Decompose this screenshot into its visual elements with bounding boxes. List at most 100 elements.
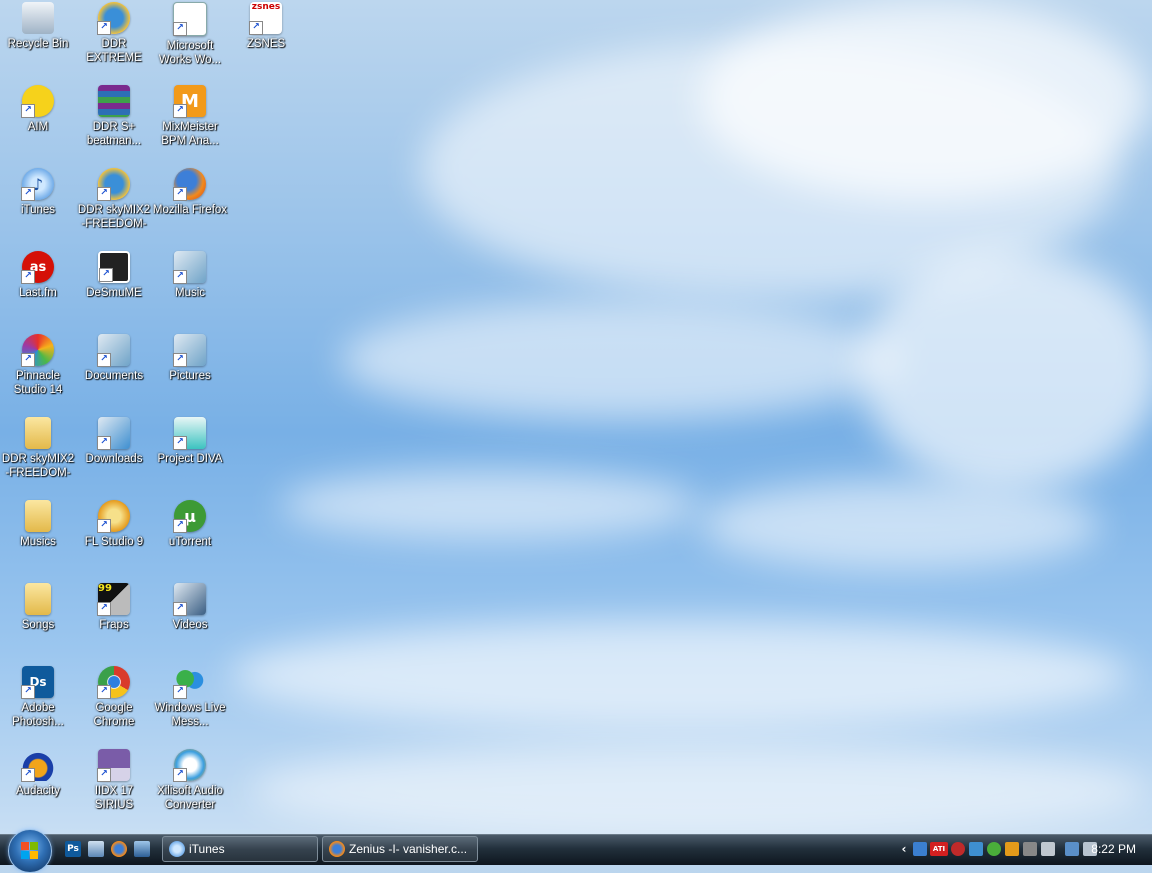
volume-icon[interactable] [1041, 842, 1055, 856]
cloud [250, 740, 1150, 834]
desktop-icon-mixmeister[interactable]: M ↗ MixMeister BPM Ana... [152, 85, 228, 167]
desktop: Recycle Bin ↗ DDR EXTREME ↗ Microsoft Wo… [0, 0, 1152, 834]
folder-icon [25, 417, 51, 449]
recycle-bin-icon [22, 2, 54, 34]
shortcut-arrow-icon: ↗ [97, 353, 111, 367]
floppy-disk-icon: ↗ [97, 749, 130, 782]
shortcut-arrow-icon: ↗ [97, 187, 111, 201]
desktop-icon-firefox[interactable]: ↗ Mozilla Firefox [152, 168, 228, 250]
mixmeister-icon: M ↗ [173, 85, 206, 118]
taskbar-button-label: Zenius -I- vanisher.c... [349, 842, 468, 856]
desktop-icon-label: Fraps [99, 619, 129, 631]
switch-windows-icon[interactable] [134, 841, 150, 857]
desktop-icon-ddr-skymix2-folder[interactable]: DDR skyMIX2 -FREEDOM- [0, 417, 76, 499]
desktop-icon-ddr-skymix2[interactable]: ↗ DDR skyMIX2 -FREEDOM- [76, 168, 152, 250]
desktop-icon-label: Documents [84, 370, 144, 382]
desktop-icon-label: Music [174, 287, 206, 299]
utorrent-icon: µ ↗ [173, 500, 206, 533]
display-icon[interactable] [913, 842, 927, 856]
security-icon[interactable] [951, 842, 965, 856]
desktop-icon-label: ZSNES [246, 38, 286, 50]
show-desktop-icon[interactable] [88, 841, 104, 857]
xilisoft-icon: ↗ [173, 749, 206, 782]
desktop-icon-label: Songs [21, 619, 55, 631]
desktop-icon-recycle-bin[interactable]: Recycle Bin [0, 2, 76, 84]
taskbar-button-firefox[interactable]: Zenius -I- vanisher.c... [322, 836, 478, 862]
disabled-icon[interactable] [1023, 842, 1037, 856]
desktop-icon-label: Xilisoft Audio Converter [157, 785, 223, 811]
network-users-icon[interactable] [969, 842, 983, 856]
shortcut-arrow-icon: ↗ [21, 768, 35, 782]
desktop-icon-musics[interactable]: Musics [0, 500, 76, 582]
desktop-icon-lastfm[interactable]: as ↗ Last.fm [0, 251, 76, 333]
cloud [280, 470, 700, 540]
desktop-icon-project-diva[interactable]: ↗ Project DIVA [152, 417, 228, 499]
desktop-icon-itunes[interactable]: ♪ ↗ iTunes [0, 168, 76, 250]
pictures-folder-icon: ↗ [173, 334, 206, 367]
cloud [340, 300, 900, 420]
desktop-icon-label: Downloads [85, 453, 143, 465]
itunes-icon: ♪ ↗ [21, 168, 54, 201]
quicklaunch-photoshop-icon[interactable]: Ps [65, 841, 81, 857]
chrome-icon: ↗ [97, 666, 130, 699]
desktop-icon-videos[interactable]: ↗ Videos [152, 583, 228, 665]
desktop-icon-audacity[interactable]: ↗ Audacity [0, 749, 76, 831]
shortcut-arrow-icon: ↗ [97, 602, 111, 616]
green-user-icon[interactable] [987, 842, 1001, 856]
desktop-icon-label: DeSmuME [86, 287, 142, 299]
shortcut-arrow-icon: ↗ [21, 353, 35, 367]
desktop-icon-label: Pinnacle Studio 14 [13, 370, 63, 396]
desktop-icon-downloads[interactable]: ↗ Downloads [76, 417, 152, 499]
desktop-icon-utorrent[interactable]: µ ↗ uTorrent [152, 500, 228, 582]
desktop-icon-songs[interactable]: Songs [0, 583, 76, 665]
shortcut-arrow-icon: ↗ [173, 768, 187, 782]
desktop-icon-desmume[interactable]: ↗ DeSmuME [76, 251, 152, 333]
desktop-icon-label: Windows Live Mess... [154, 702, 226, 728]
shortcut-arrow-icon: ↗ [99, 268, 113, 282]
cloud [700, 0, 1150, 200]
desktop-icon-pinnacle-studio[interactable]: ↗ Pinnacle Studio 14 [0, 334, 76, 416]
desktop-icon-label: FL Studio 9 [84, 536, 144, 548]
desktop-icon-aim[interactable]: ↗ AIM [0, 85, 76, 167]
network-icon[interactable] [1065, 842, 1079, 856]
pinnacle-icon: ↗ [21, 334, 54, 367]
desktop-icon-fl-studio[interactable]: ↗ FL Studio 9 [76, 500, 152, 582]
chevron-left-icon[interactable]: ‹ [897, 842, 911, 856]
desktop-icon-ddr-s-beatman[interactable]: DDR S+ beatman... [76, 85, 152, 167]
shortcut-arrow-icon: ↗ [173, 519, 187, 533]
desktop-icon-label: Mozilla Firefox [152, 204, 228, 216]
fl-studio-icon: ↗ [97, 500, 130, 533]
shortcut-arrow-icon: ↗ [173, 104, 187, 118]
shortcut-arrow-icon: ↗ [97, 21, 111, 35]
desktop-icon-documents[interactable]: ↗ Documents [76, 334, 152, 416]
ati-badge: ATI [932, 845, 946, 853]
desktop-icon-iidx-17-sirius[interactable]: ↗ IIDX 17 SIRIUS [76, 749, 152, 831]
start-button[interactable] [8, 829, 52, 873]
desktop-icon-ddr-extreme[interactable]: ↗ DDR EXTREME [76, 2, 152, 84]
desktop-icon-zsnes[interactable]: zsnes ↗ ZSNES [228, 2, 304, 84]
fraps-badge: 99 [98, 583, 112, 594]
desktop-icon-grid: Recycle Bin ↗ DDR EXTREME ↗ Microsoft Wo… [0, 0, 285, 834]
winrar-icon [98, 85, 130, 117]
project-diva-icon: ↗ [173, 417, 206, 450]
desktop-icon-pictures[interactable]: ↗ Pictures [152, 334, 228, 416]
ati-icon[interactable]: ATI [930, 842, 948, 856]
photoshop-icon: Ds ↗ [21, 666, 54, 699]
desktop-icon-label: AIM [27, 121, 49, 133]
desktop-icon-label: DDR skyMIX2 -FREEDOM- [1, 453, 75, 479]
taskbar-clock[interactable]: 8:22 PM [1091, 842, 1136, 856]
desktop-icon-label: iTunes [20, 204, 56, 216]
desktop-icon-adobe-photoshop[interactable]: Ds ↗ Adobe Photosh... [0, 666, 76, 748]
user-status-icon[interactable] [1005, 842, 1019, 856]
quicklaunch-firefox-icon[interactable] [111, 841, 127, 857]
desktop-icon-windows-live-messenger[interactable]: ↗ Windows Live Mess... [152, 666, 228, 748]
taskbar-button-itunes[interactable]: iTunes [162, 836, 318, 862]
folder-icon [25, 500, 51, 532]
desktop-icon-music[interactable]: ↗ Music [152, 251, 228, 333]
folder-icon [25, 583, 51, 615]
desktop-icon-google-chrome[interactable]: ↗ Google Chrome [76, 666, 152, 748]
shortcut-arrow-icon: ↗ [173, 22, 187, 36]
desktop-icon-fraps[interactable]: 99 ↗ Fraps [76, 583, 152, 665]
desktop-icon-xilisoft-audio-converter[interactable]: ↗ Xilisoft Audio Converter [152, 749, 228, 831]
desktop-icon-microsoft-works[interactable]: ↗ Microsoft Works Wo... [152, 2, 228, 84]
